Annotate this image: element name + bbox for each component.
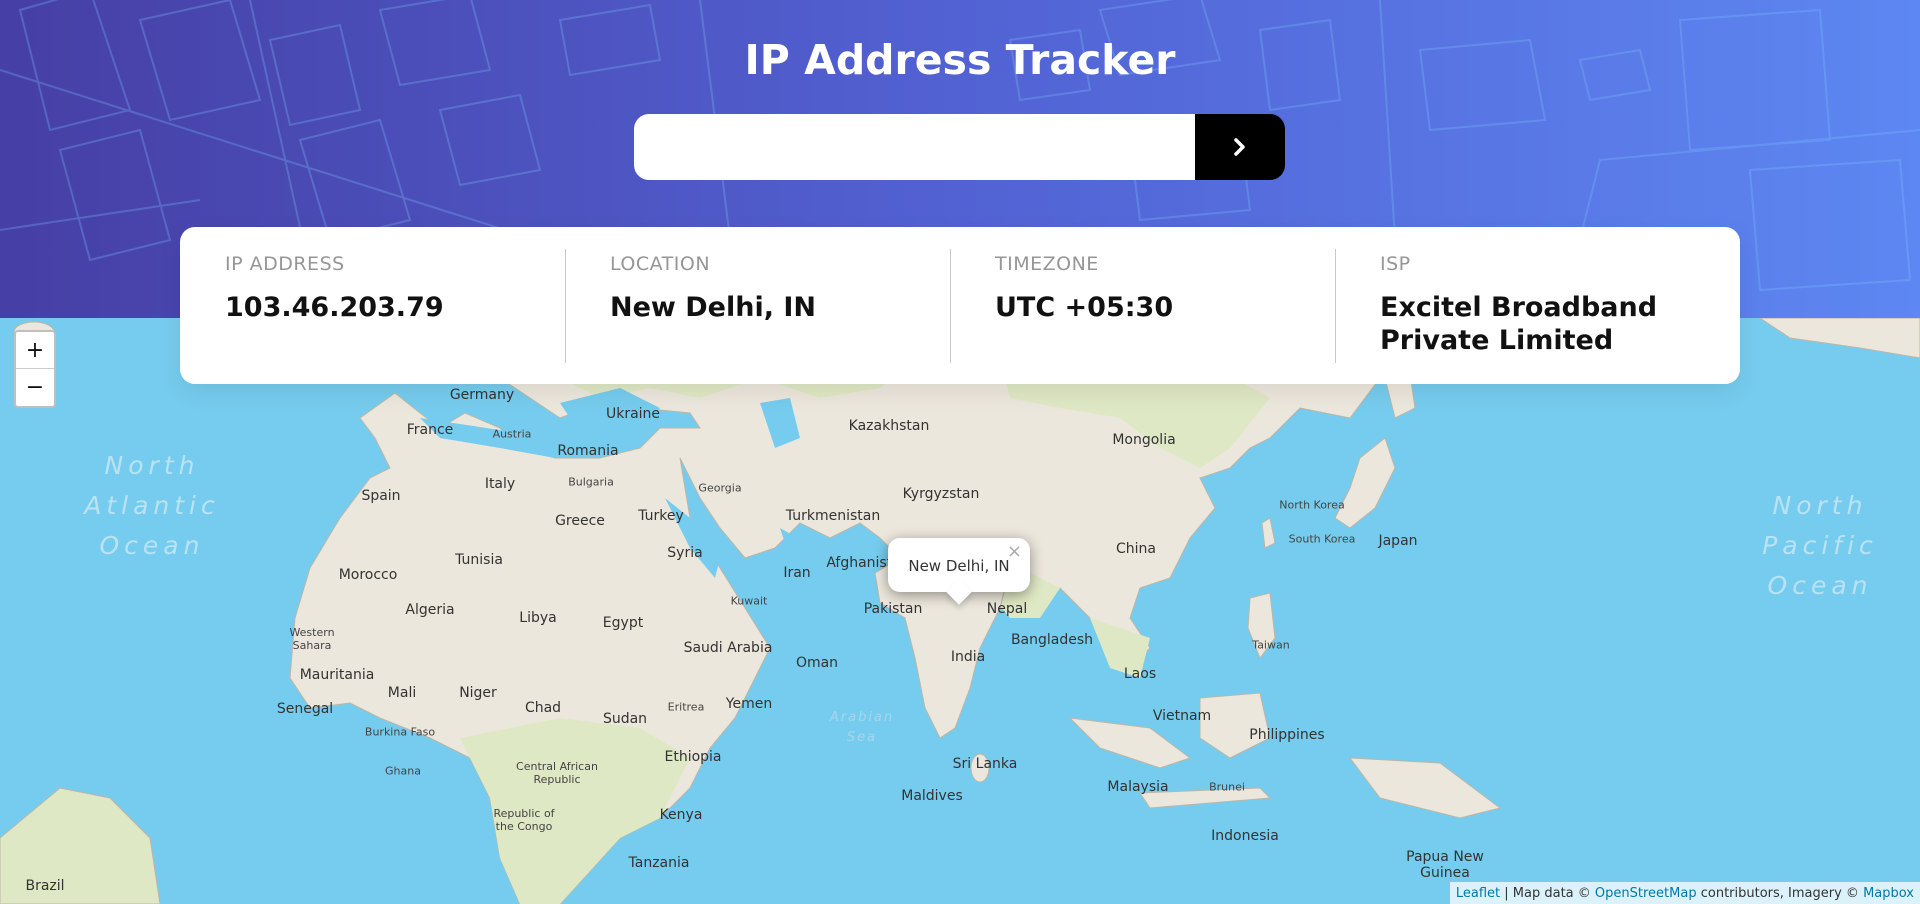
country-label: Sri Lanka: [952, 756, 1018, 772]
country-label: Ukraine: [605, 406, 661, 422]
country-label: Bulgaria: [568, 475, 614, 489]
country-label: Malaysia: [1107, 779, 1169, 795]
country-label: Romania: [557, 443, 619, 459]
country-label: Ghana: [385, 764, 421, 778]
country-label: Republic of the Congo: [493, 807, 555, 833]
country-label: Georgia: [698, 481, 742, 495]
country-label: Brazil: [25, 878, 65, 894]
country-label: Eritrea: [667, 700, 705, 714]
country-label: Burkina Faso: [364, 725, 436, 739]
country-label: Libya: [519, 610, 557, 626]
country-label: Greece: [555, 513, 605, 529]
country-label: South Korea: [1288, 532, 1356, 546]
info-label: ISP: [1380, 253, 1411, 275]
leaflet-link[interactable]: Leaflet: [1456, 886, 1500, 901]
country-label: Laos: [1123, 666, 1157, 682]
info-label: IP ADDRESS: [225, 253, 345, 275]
country-label: Saudi Arabia: [683, 640, 773, 656]
map-attribution: Leaflet | Map data © OpenStreetMap contr…: [1449, 882, 1920, 904]
country-label: Taiwan: [1252, 638, 1290, 652]
country-label: Pakistan: [863, 601, 923, 617]
country-label: Tanzania: [628, 855, 690, 871]
country-label: India: [950, 649, 986, 665]
country-label: France: [406, 422, 454, 438]
country-label: Maldives: [901, 788, 963, 804]
attribution-text: | Map data ©: [1500, 885, 1595, 901]
country-label: Kuwait: [730, 594, 768, 608]
zoom-control: + −: [14, 330, 56, 408]
ocean-label-north-atlantic: North Atlantic Ocean: [84, 451, 220, 560]
country-label: Spain: [361, 488, 401, 504]
country-label: China: [1116, 541, 1156, 557]
country-label: Mauritania: [299, 667, 375, 683]
country-label: Kyrgyzstan: [902, 486, 980, 502]
country-label: Mongolia: [1112, 432, 1176, 448]
info-location: LOCATION New Delhi, IN: [565, 227, 950, 384]
info-isp: ISP Excitel Broadband Private Limited: [1335, 227, 1720, 384]
country-label: Senegal: [276, 701, 334, 717]
country-label: Philippines: [1249, 727, 1325, 743]
country-label: Turkmenistan: [785, 508, 881, 524]
country-label: Niger: [459, 685, 497, 701]
mapbox-link[interactable]: Mapbox: [1863, 886, 1914, 901]
info-value: 103.46.203.79: [225, 292, 444, 323]
map-land: [0, 318, 1920, 904]
country-label: Vietnam: [1152, 708, 1212, 724]
info-card: IP ADDRESS 103.46.203.79 LOCATION New De…: [180, 227, 1740, 384]
ip-search-input[interactable]: [634, 114, 1195, 180]
info-value: UTC +05:30: [995, 292, 1174, 323]
info-label: LOCATION: [610, 253, 711, 275]
country-label: North Korea: [1279, 498, 1345, 512]
country-label: Ethiopia: [664, 749, 722, 765]
zoom-in-button[interactable]: +: [16, 332, 54, 368]
info-ip-address: IP ADDRESS 103.46.203.79: [180, 227, 565, 384]
info-timezone: TIMEZONE UTC +05:30: [950, 227, 1335, 384]
popup-close-button[interactable]: ×: [1007, 541, 1022, 562]
country-label: Brunei: [1209, 780, 1245, 794]
info-value: Excitel Broadband Private Limited: [1380, 292, 1658, 356]
location-popup: New Delhi, IN ×: [888, 538, 1030, 592]
country-label: Bangladesh: [1010, 632, 1094, 648]
country-label: Sudan: [602, 711, 648, 727]
page-title: IP Address Tracker: [744, 36, 1176, 84]
country-label: Italy: [484, 476, 516, 492]
country-label: Tunisia: [455, 552, 503, 568]
info-label: TIMEZONE: [995, 253, 1099, 275]
country-label: Nepal: [986, 601, 1028, 617]
country-label: Papua New Guinea: [1406, 849, 1484, 881]
country-label: Kazakhstan: [848, 418, 930, 434]
country-label: Indonesia: [1211, 828, 1279, 844]
map-view[interactable]: North Atlantic Ocean North Pacific Ocean Ara…: [0, 318, 1920, 904]
country-label: Oman: [795, 655, 839, 671]
zoom-out-button[interactable]: −: [16, 368, 54, 405]
info-value: New Delhi, IN: [610, 292, 817, 323]
country-label: Kenya: [659, 807, 703, 823]
country-label: Algeria: [405, 602, 455, 618]
country-label: Iran: [783, 565, 811, 581]
country-label: Germany: [449, 387, 515, 403]
country-label: Egypt: [602, 615, 644, 631]
country-label: Japan: [1378, 533, 1418, 549]
country-label: Austria: [492, 427, 532, 441]
ocean-label-arabian-sea: Arabian Sea: [829, 710, 895, 745]
country-label: Syria: [667, 545, 703, 561]
country-label: Morocco: [338, 567, 398, 583]
attribution-text: contributors, Imagery ©: [1696, 885, 1864, 901]
ocean-label-north-pacific: North Pacific Ocean: [1762, 491, 1878, 600]
country-label: Mali: [387, 685, 417, 701]
search-bar: [634, 114, 1285, 180]
country-label: Yemen: [725, 696, 773, 712]
search-submit-button[interactable]: [1195, 114, 1285, 180]
chevron-right-icon: [1234, 138, 1245, 156]
country-label: Turkey: [638, 508, 684, 524]
country-label: Central African Republic: [516, 760, 598, 786]
country-label: Western Sahara: [289, 626, 335, 652]
country-label: Chad: [524, 700, 562, 716]
openstreetmap-link[interactable]: OpenStreetMap: [1595, 886, 1697, 901]
